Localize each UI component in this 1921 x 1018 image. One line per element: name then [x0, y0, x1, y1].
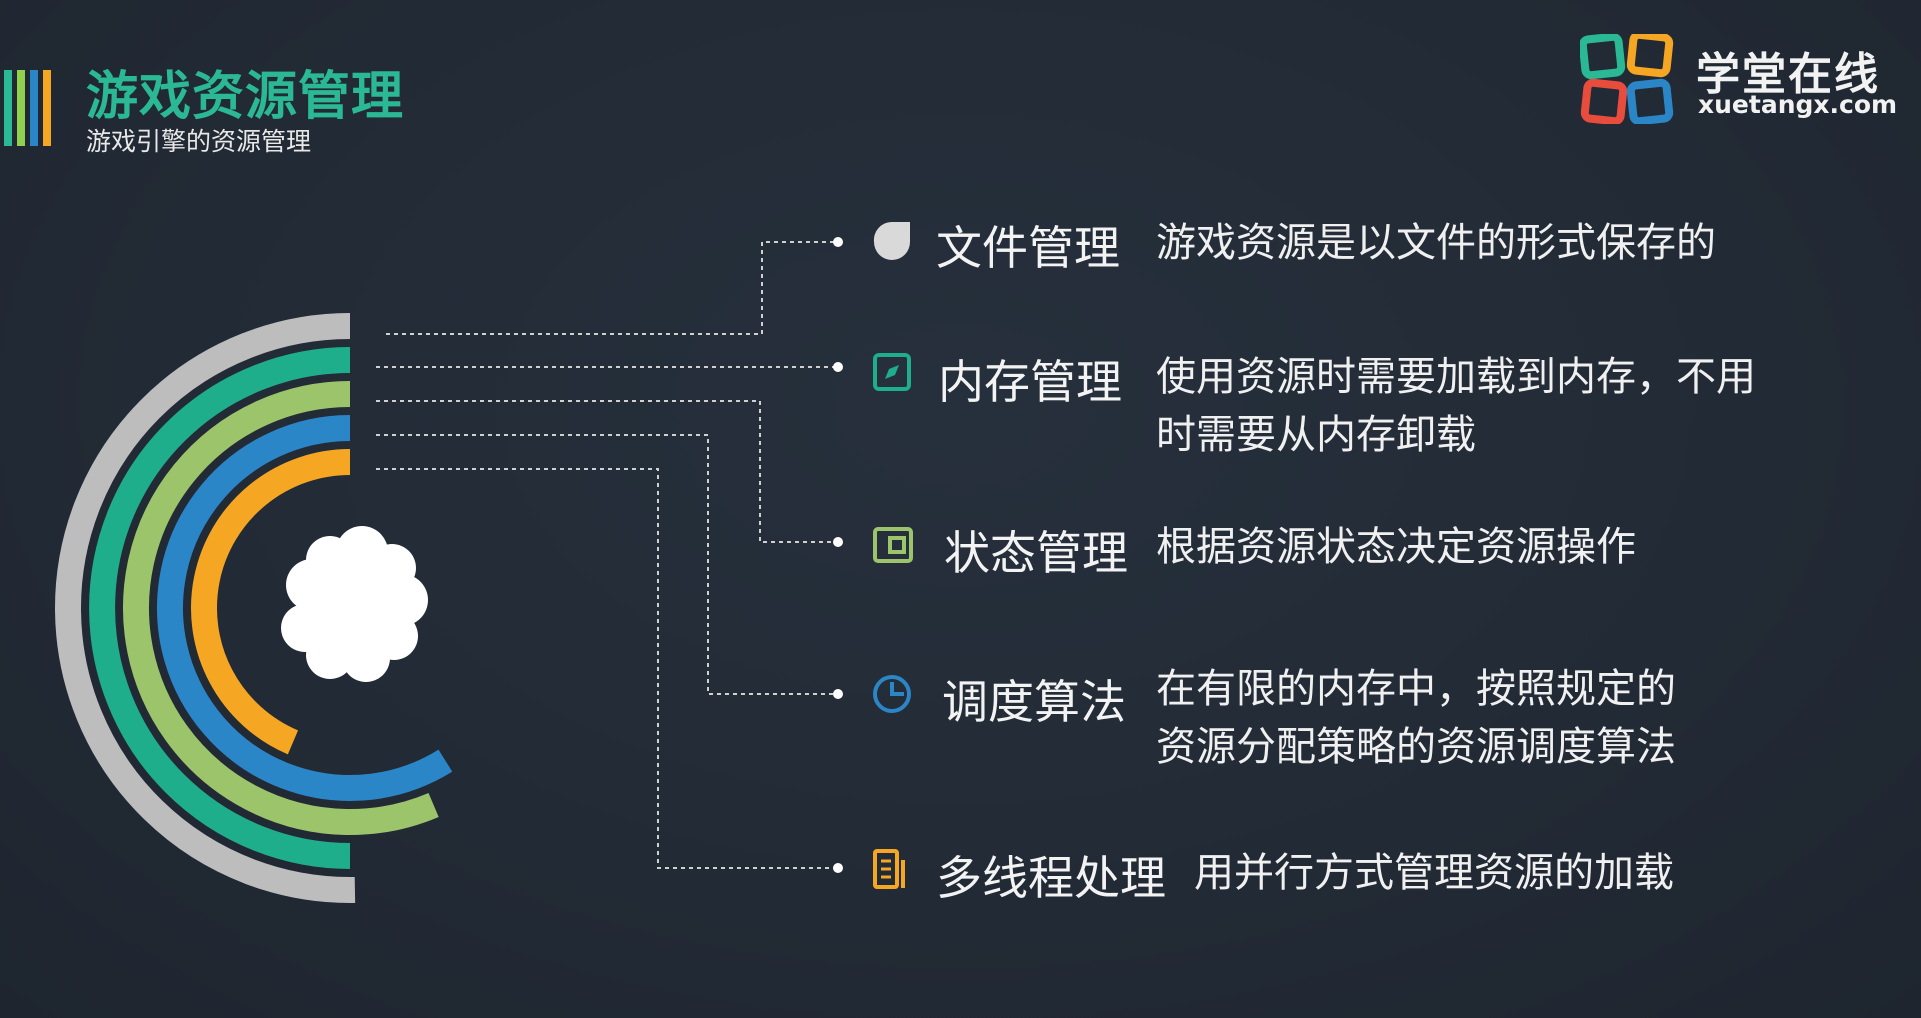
slide: 游戏资源管理 游戏引擎的资源管理 学堂在线 xuetangx.com 文件管理 … — [0, 0, 1921, 1018]
item-description-line: 根据资源状态决定资源操作 — [1156, 524, 1636, 570]
item-description: 根据资源状态决定资源操作 — [1156, 518, 1636, 576]
item-description: 使用资源时需要加载到内存，不用 时需要从内存卸载 — [1156, 348, 1756, 464]
connector-dot — [833, 863, 843, 873]
item-description-line: 使用资源时需要加载到内存，不用 — [1156, 354, 1756, 400]
item-description-line: 在有限的内存中，按照规定的 — [1156, 666, 1676, 712]
connector-line — [376, 468, 838, 869]
item-description: 游戏资源是以文件的形式保存的 — [1156, 214, 1716, 272]
connector-dot — [833, 237, 843, 247]
leaf-icon — [873, 221, 910, 260]
item-description: 用并行方式管理资源的加载 — [1194, 844, 1674, 902]
item-name: 调度算法 — [942, 675, 1126, 729]
cloud-icon — [281, 526, 428, 682]
item-name: 多线程处理 — [936, 851, 1166, 905]
item-description-line: 用并行方式管理资源的加载 — [1194, 850, 1674, 896]
connector-line — [376, 400, 838, 543]
connector-dot — [833, 362, 843, 372]
connector-line — [376, 434, 838, 695]
window-icon — [873, 527, 913, 563]
connector-line — [386, 241, 838, 335]
item-description: 在有限的内存中，按照规定的 资源分配策略的资源调度算法 — [1156, 660, 1676, 776]
document-icon — [873, 849, 905, 889]
item-name: 内存管理 — [938, 355, 1122, 409]
item-description-line: 游戏资源是以文件的形式保存的 — [1156, 220, 1716, 266]
item-description-line: 时需要从内存卸载 — [1156, 412, 1476, 458]
compass-icon — [873, 353, 911, 391]
connector-dot — [833, 689, 843, 699]
item-name: 文件管理 — [936, 221, 1120, 275]
connector-lines — [376, 237, 843, 873]
clock-icon — [873, 675, 911, 713]
item-description-line: 资源分配策略的资源调度算法 — [1156, 724, 1676, 770]
connector-dot — [833, 537, 843, 547]
item-name: 状态管理 — [944, 526, 1128, 580]
